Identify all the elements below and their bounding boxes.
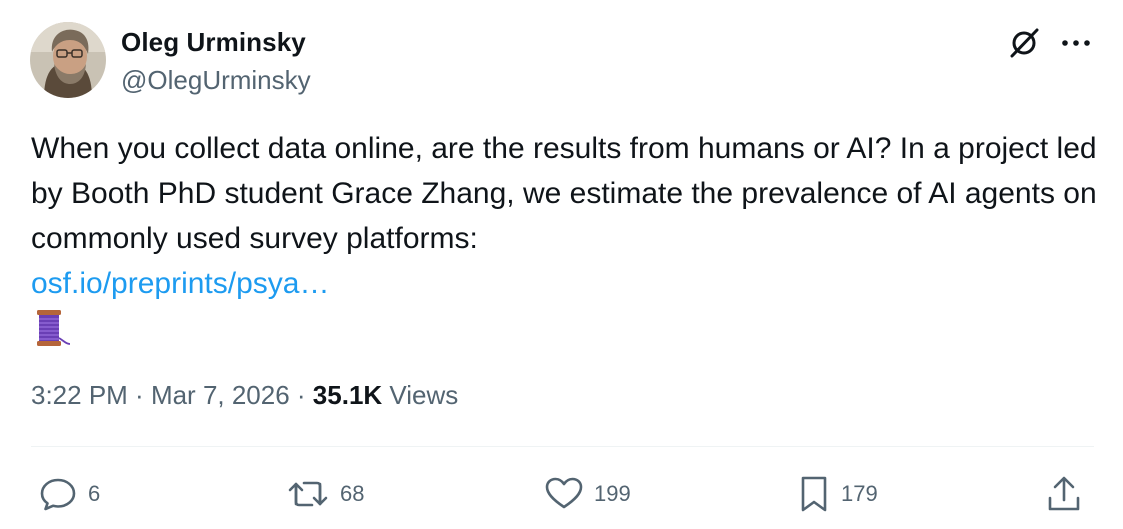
like-button[interactable]: 199 (544, 472, 631, 516)
repost-count: 68 (340, 481, 365, 506)
share-icon (1048, 476, 1080, 511)
repost-icon (288, 481, 328, 507)
bookmark-button[interactable]: 179 (797, 472, 878, 516)
reply-count: 6 (88, 481, 101, 506)
avatar[interactable] (30, 22, 106, 98)
tweet-body-text: When you collect data online, are the re… (31, 132, 1097, 255)
repost-button[interactable]: 68 (286, 472, 364, 516)
tweet-card: Oleg Urminsky @OlegUrminsky When you col… (0, 0, 1123, 529)
meta-separator: · (289, 380, 313, 410)
user-avatar-icon (30, 22, 106, 98)
spool-of-thread-emoji (31, 308, 71, 350)
bookmark-count: 179 (841, 481, 878, 506)
tweet-date[interactable]: Mar 7, 2026 (151, 380, 290, 410)
views-label: Views (382, 380, 459, 410)
meta-separator: · (127, 380, 151, 410)
tweet-meta: 3:22 PM · Mar 7, 2026 · 35.1K Views (31, 380, 458, 411)
tweet-link[interactable]: osf.io/preprints/psya… (31, 267, 329, 300)
display-name[interactable]: Oleg Urminsky (121, 27, 306, 58)
user-handle[interactable]: @OlegUrminsky (121, 65, 311, 96)
share-button[interactable] (1044, 472, 1084, 516)
heart-icon (545, 477, 583, 509)
tweet-text: When you collect data online, are the re… (31, 126, 1101, 306)
grok-icon[interactable] (1006, 25, 1042, 61)
views-count: 35.1K (312, 380, 383, 410)
bookmark-icon (801, 476, 827, 512)
more-icon[interactable] (1058, 25, 1094, 61)
divider (31, 446, 1094, 447)
reply-button[interactable]: 6 (38, 472, 100, 516)
like-count: 199 (594, 481, 631, 506)
tweet-time[interactable]: 3:22 PM (31, 380, 128, 410)
reply-icon (40, 478, 76, 511)
